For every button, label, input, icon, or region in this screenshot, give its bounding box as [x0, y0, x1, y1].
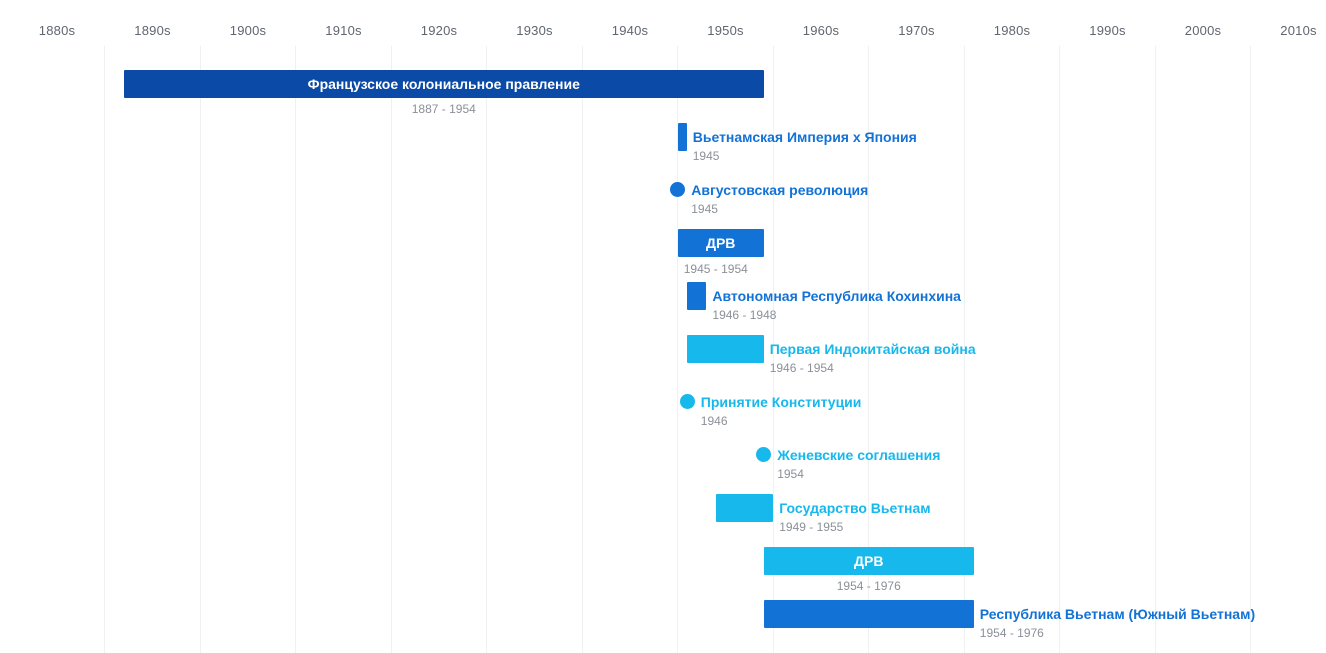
gridline — [581, 14, 583, 653]
decade-tick-label: 1980s — [993, 23, 1031, 38]
decade-tick-label: 1920s — [420, 23, 458, 38]
decade-tick-label: 1990s — [1089, 23, 1126, 38]
decade-tick-label: 1880s — [38, 23, 76, 38]
gridline — [295, 14, 296, 653]
event-point[interactable] — [670, 182, 686, 197]
decade-tick-label: 1930s — [516, 23, 553, 38]
event-dates: 1946 - 1948 — [712, 308, 777, 322]
event-dates: 1945 — [692, 149, 720, 163]
decade-tick-label: 1960s — [802, 23, 840, 38]
event-title: Первая Индокитайская война — [769, 341, 976, 357]
event-point[interactable] — [756, 447, 772, 462]
gridline — [1250, 14, 1251, 653]
event-dates: 1945 - 1954 — [683, 262, 748, 276]
event-bar[interactable] — [715, 494, 774, 522]
decade-tick-label: 2000s — [1184, 23, 1222, 38]
event-dates: 1887 - 1954 — [411, 102, 476, 116]
event-bar[interactable] — [687, 335, 764, 363]
event-title: Автономная Республика Кохинхина — [712, 288, 961, 304]
gridline — [1154, 14, 1156, 653]
decade-tick-label: 1910s — [325, 23, 362, 38]
event-title: ДРВ — [706, 235, 736, 251]
event-bar[interactable]: ДРВ — [677, 229, 764, 257]
event-dates: 1945 — [691, 202, 718, 216]
event-dates: 1954 - 1976 — [979, 626, 1044, 640]
event-title: Августовская революция — [691, 182, 869, 198]
decade-tick-label: 1940s — [611, 23, 649, 38]
gridline — [486, 14, 487, 653]
event-title: Французское колониальное правление — [307, 76, 580, 92]
gridline — [390, 14, 392, 653]
gridline — [104, 14, 105, 653]
event-title: Республика Вьетнам (Южный Вьетнам) — [979, 606, 1256, 622]
event-dates: 1949 - 1955 — [779, 520, 844, 534]
decade-tick-label: 1970s — [898, 23, 935, 38]
event-title: Вьетнамская Империя x Япония — [692, 129, 917, 145]
gridline — [199, 14, 201, 653]
event-title: Женевские соглашения — [777, 447, 941, 463]
decade-tick-label: 1890s — [134, 23, 171, 38]
event-title: ДРВ — [854, 553, 884, 569]
event-bar[interactable]: Французское колониальное правление — [123, 70, 764, 98]
event-title: Государство Вьетнам — [779, 500, 931, 516]
event-point[interactable] — [679, 394, 695, 409]
gridline — [677, 14, 678, 653]
event-bar[interactable] — [687, 282, 707, 310]
event-dates: 1946 — [700, 414, 728, 428]
decade-tick-label: 1900s — [229, 23, 267, 38]
event-bar[interactable]: ДРВ — [763, 547, 974, 575]
decade-tick-label: 2010s — [1280, 23, 1317, 38]
event-dates: 1954 — [777, 467, 804, 481]
timeline-chart: 1880s 1890s 1900s 1910s 1920s 1930s 1940s 1950s… — [0, 0, 1326, 653]
decade-tick-label: 1950s — [707, 23, 744, 38]
event-dates: 1954 - 1976 — [836, 579, 901, 593]
event-dates: 1946 - 1954 — [769, 361, 834, 375]
event-bar[interactable] — [763, 600, 974, 628]
gridline — [1059, 14, 1060, 653]
event-title: Принятие Конституции — [700, 394, 862, 410]
event-bar[interactable] — [677, 123, 687, 151]
